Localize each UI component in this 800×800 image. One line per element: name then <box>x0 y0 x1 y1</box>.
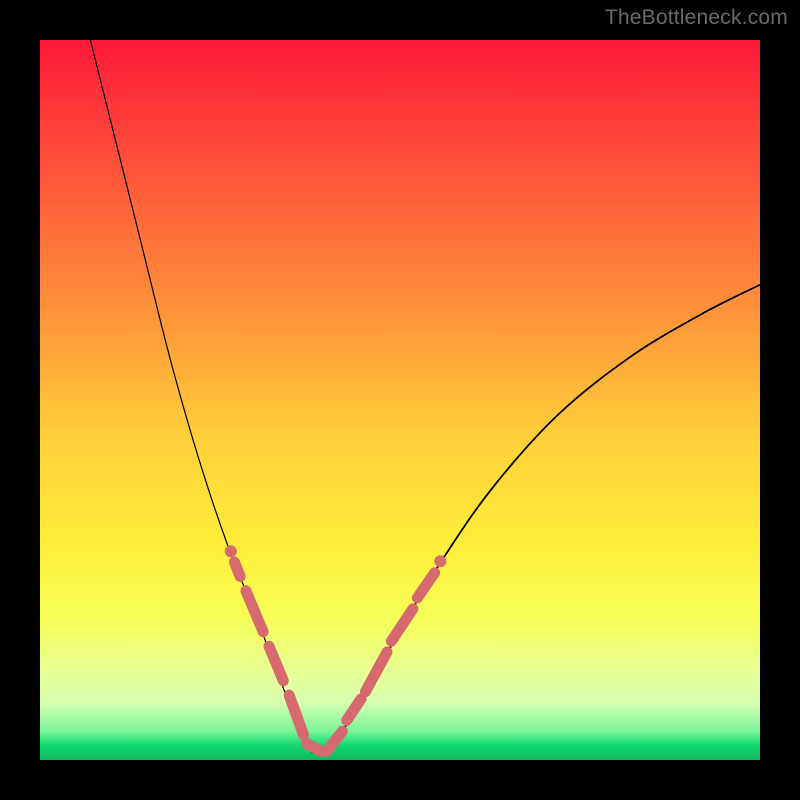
overlay-segment <box>246 591 263 632</box>
overlay-segment <box>365 652 387 692</box>
watermark-text: TheBottleneck.com <box>605 6 788 30</box>
overlay-dot <box>225 545 237 557</box>
overlay-segment <box>417 573 434 598</box>
overlay-segment <box>289 695 303 735</box>
curve-right-branch <box>328 285 760 753</box>
curve-left-branch <box>90 40 312 753</box>
overlay-segment <box>347 699 361 721</box>
overlay-segment <box>327 731 343 751</box>
chart-svg <box>40 40 760 760</box>
overlay-segment <box>306 743 320 751</box>
overlay-markers <box>225 545 447 751</box>
outer-frame: TheBottleneck.com <box>0 0 800 800</box>
overlay-segment <box>269 646 283 681</box>
overlay-segment <box>234 562 240 576</box>
overlay-segment <box>391 609 413 641</box>
overlay-dot <box>434 555 446 567</box>
plot-area <box>40 40 760 760</box>
